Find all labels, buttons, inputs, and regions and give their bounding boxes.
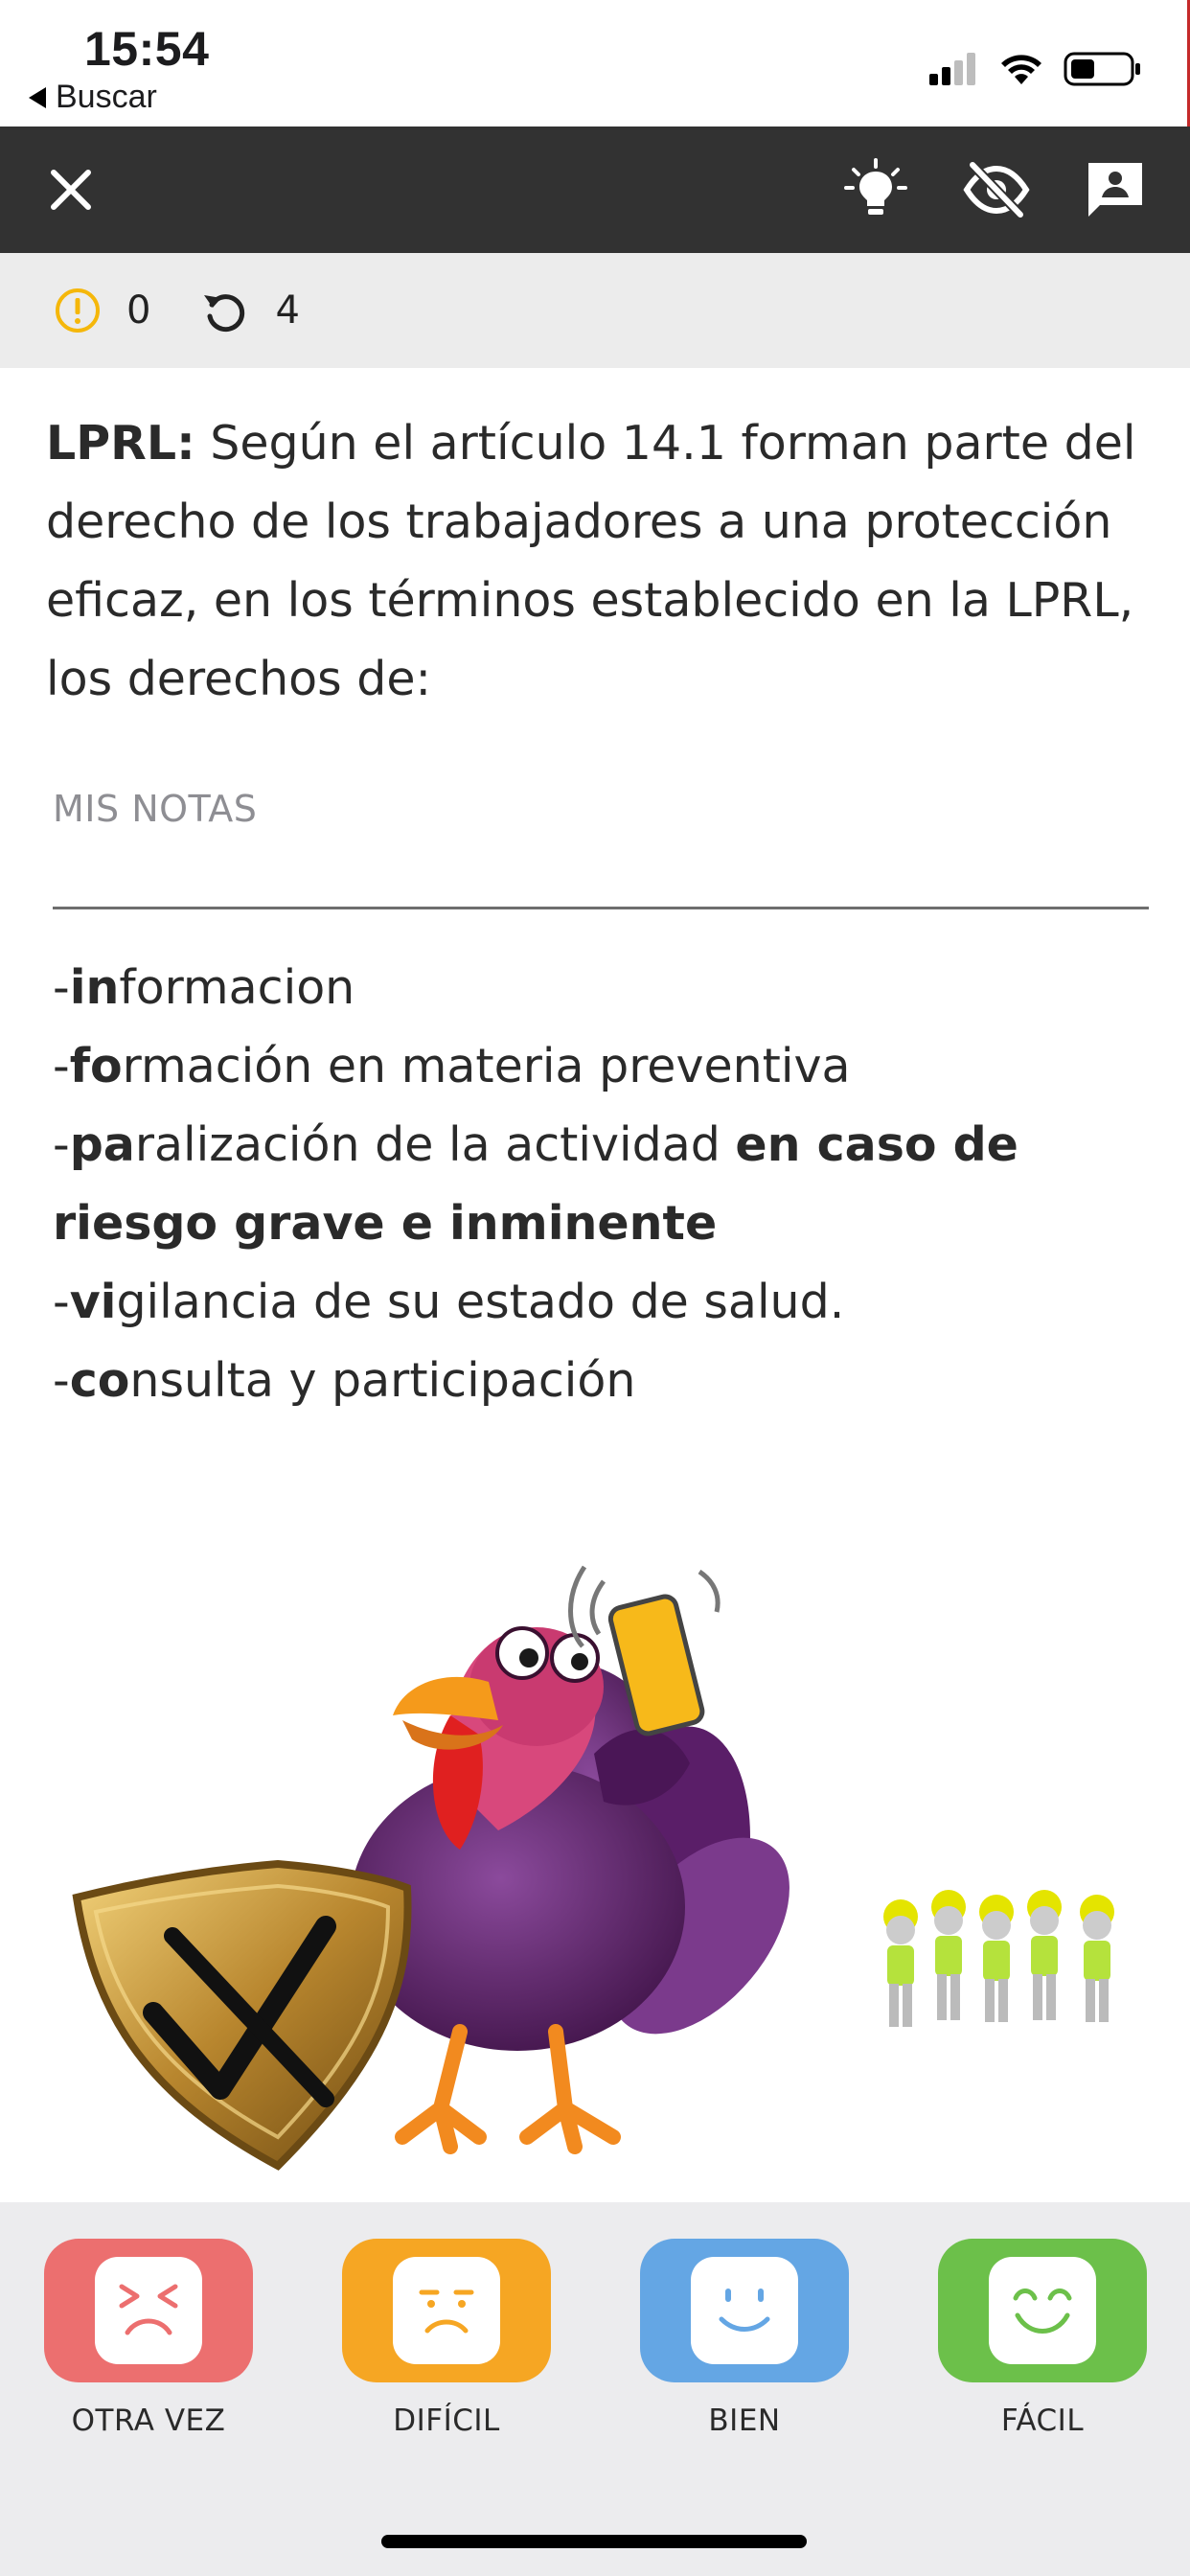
rate-hard-label: DIFÍCIL [393, 2404, 500, 2438]
notes-list: -informacion -formación en materia preve… [53, 949, 1155, 1420]
shield-check-illustration [72, 1859, 412, 2171]
comment-button[interactable] [1067, 126, 1163, 253]
repetition-count: 4 [275, 288, 300, 333]
happy-face-icon [1013, 2288, 1072, 2334]
list-item: -paralización de la actividad en caso de… [53, 1117, 1018, 1251]
eye-off-icon [963, 161, 1030, 218]
rate-good-label: BIEN [708, 2404, 781, 2438]
repetition-counter: 4 [200, 286, 300, 335]
rate-again-face [44, 2239, 253, 2382]
rate-good-button[interactable]: BIEN [640, 2239, 849, 2438]
rate-easy-face [938, 2239, 1147, 2382]
hint-button[interactable] [828, 126, 924, 253]
list-item: -informacion [53, 960, 355, 1015]
sad-face-icon [419, 2289, 474, 2334]
back-label: Buscar [56, 79, 157, 115]
status-icons [929, 50, 1142, 88]
back-to-search-link[interactable]: Buscar [29, 79, 157, 116]
notes-label: MIS NOTAS [53, 788, 258, 830]
status-bar: 15:54 Buscar [0, 0, 1190, 126]
warning-circle-icon [56, 288, 100, 333]
wifi-icon [1001, 55, 1041, 84]
rate-easy-button[interactable]: FÁCIL [938, 2239, 1147, 2438]
home-indicator[interactable] [381, 2535, 807, 2548]
back-arrow-icon [29, 86, 46, 108]
workers-illustration [883, 1890, 1114, 2027]
question-tag: LPRL: [46, 416, 195, 471]
question-text: LPRL: Según el artículo 14.1 forman part… [46, 404, 1148, 719]
comment-icon [1088, 163, 1142, 217]
angry-face-icon [119, 2284, 178, 2335]
question-body: Según el artículo 14.1 forman parte del … [46, 416, 1136, 706]
signal-icon [929, 53, 975, 85]
close-icon [51, 170, 91, 210]
list-item: -formación en materia preventiva [53, 1039, 851, 1093]
rate-hard-face [342, 2239, 551, 2382]
card-toolbar [0, 126, 1190, 253]
rating-bar: OTRA VEZ DIFÍCIL BIEN FÁCIL [0, 2202, 1190, 2576]
error-count: 0 [126, 288, 151, 333]
hide-answer-button[interactable] [949, 126, 1044, 253]
notes-divider [53, 907, 1149, 909]
flashcard-screen: 15:54 Buscar 0 4 LPRL: Según el artículo… [0, 0, 1190, 2576]
rate-again-label: OTRA VEZ [71, 2404, 226, 2438]
battery-icon [1064, 52, 1140, 86]
smile-face-icon [719, 2288, 770, 2332]
rate-again-button[interactable]: OTRA VEZ [44, 2239, 253, 2438]
progress-counters: 0 4 [0, 253, 1190, 368]
lightbulb-icon [844, 158, 907, 215]
list-item: -consulta y participación [53, 1353, 636, 1408]
list-item: -vigilancia de su estado de salud. [53, 1275, 845, 1329]
mascot-illustration [72, 1565, 1114, 2171]
rate-good-face [640, 2239, 849, 2382]
close-button[interactable] [23, 126, 119, 253]
clock: 15:54 [84, 22, 210, 76]
rate-easy-label: FÁCIL [1000, 2404, 1085, 2438]
rate-hard-button[interactable]: DIFÍCIL [342, 2239, 551, 2438]
repeat-icon [204, 294, 245, 333]
error-counter: 0 [54, 287, 150, 334]
